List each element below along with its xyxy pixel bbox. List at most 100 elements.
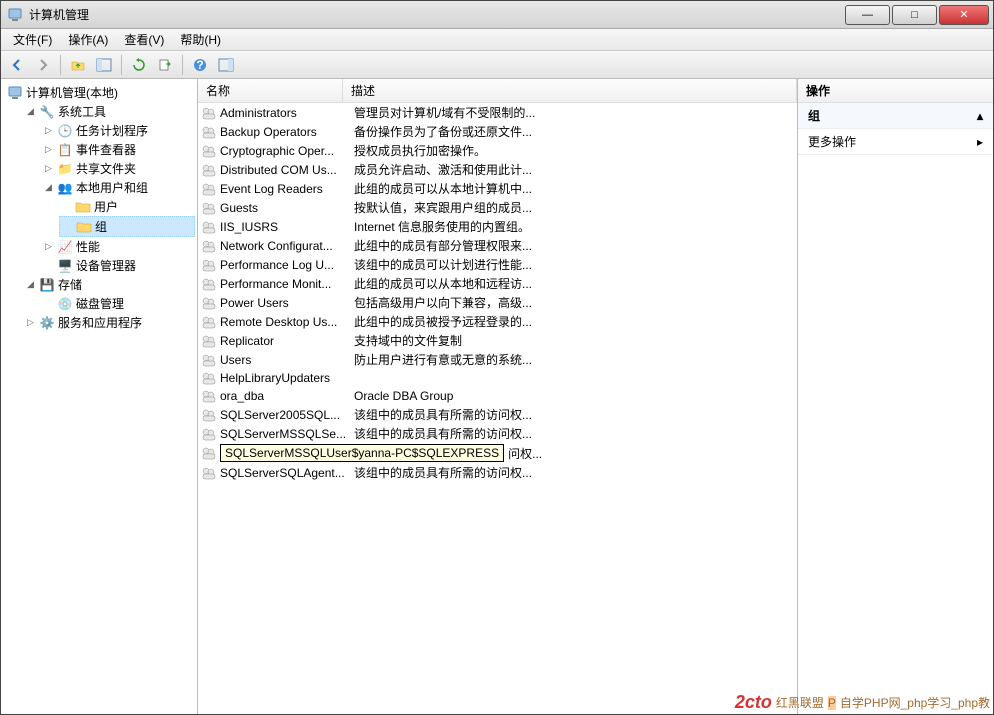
group-icon [198,314,220,330]
close-button[interactable] [939,5,989,25]
list-item[interactable]: SQLServerMSSQLUser$yanna-PC$SQLEXPRESS问权… [198,443,797,463]
tree-services-apps[interactable]: ▷⚙️服务和应用程序 [23,313,195,332]
refresh-button[interactable] [127,54,151,76]
folder-shared-icon: 📁 [57,161,73,177]
list-item[interactable]: ora_dbaOracle DBA Group [198,387,797,405]
app-icon [7,7,23,23]
tree-label: 计算机管理(本地) [26,84,118,101]
list-item[interactable]: SQLServerMSSQLSe...该组中的成员具有所需的访问权... [198,424,797,443]
tree-label: 用户 [94,198,118,215]
expand-icon[interactable]: ▷ [43,144,54,155]
window-title: 计算机管理 [29,6,843,23]
list-item[interactable]: Users防止用户进行有意或无意的系统... [198,350,797,369]
list-item[interactable]: Power Users包括高级用户以向下兼容，高级... [198,293,797,312]
tree-performance[interactable]: ▷📈性能 [41,237,195,256]
column-name[interactable]: 名称 [198,79,343,102]
menu-help[interactable]: 帮助(H) [172,29,229,50]
tree-event-viewer[interactable]: ▷📋事件查看器 [41,140,195,159]
list-body[interactable]: Administrators管理员对计算机/域有不受限制的...Backup O… [198,103,797,714]
group-icon [198,238,220,254]
maximize-button[interactable] [892,5,937,25]
tree-label: 设备管理器 [76,257,136,274]
list-panel: 名称 描述 Administrators管理员对计算机/域有不受限制的...Ba… [198,79,798,714]
expand-icon[interactable]: ▷ [43,241,54,252]
group-icon [198,407,220,423]
list-item[interactable]: Guests按默认值，来宾跟用户组的成员... [198,198,797,217]
action-more[interactable]: 更多操作 ▸ [798,129,993,155]
list-item[interactable]: IIS_IUSRSInternet 信息服务使用的内置组。 [198,217,797,236]
group-icon [198,465,220,481]
computer-icon [7,85,23,101]
action-more-label: 更多操作 [808,133,856,150]
group-icon [198,219,220,235]
event-icon: 📋 [57,142,73,158]
tree-label: 性能 [76,238,100,255]
list-item[interactable]: Performance Log U...该组中的成员可以计划进行性能... [198,255,797,274]
list-item[interactable]: HelpLibraryUpdaters [198,369,797,387]
export-button[interactable] [153,54,177,76]
tree-shared-folders[interactable]: ▷📁共享文件夹 [41,159,195,178]
list-item-desc: 该组中的成员具有所需的访问权... [350,425,797,442]
tree-system-tools[interactable]: ◢ 🔧 系统工具 [23,102,195,121]
list-item[interactable]: Backup Operators备份操作员为了备份或还原文件... [198,122,797,141]
help-button[interactable]: ? [188,54,212,76]
group-icon [198,388,220,404]
expand-icon[interactable]: ▷ [43,125,54,136]
list-item[interactable]: Administrators管理员对计算机/域有不受限制的... [198,103,797,122]
column-description[interactable]: 描述 [343,79,797,102]
tree-storage[interactable]: ◢💾存储 [23,275,195,294]
list-item-name: HelpLibraryUpdaters [220,371,350,385]
list-item[interactable]: Distributed COM Us...成员允许启动、激活和使用此计... [198,160,797,179]
action-section-title[interactable]: 组 ▴ [798,103,993,129]
list-item-desc: 此组中的成员被授予远程登录的... [350,313,797,330]
group-icon [198,143,220,159]
list-item[interactable]: Performance Monit...此组的成员可以从本地和远程访... [198,274,797,293]
collapse-icon[interactable]: ◢ [25,106,36,117]
list-item-name: Administrators [220,106,350,120]
tree-root[interactable]: 计算机管理(本地) [5,83,195,102]
disk-icon: 💿 [57,296,73,312]
list-item[interactable]: SQLServer2005SQL...该组中的成员具有所需的访问权... [198,405,797,424]
users-icon: 👥 [57,180,73,196]
list-item-desc: 防止用户进行有意或无意的系统... [350,351,797,368]
list-item[interactable]: SQLServerSQLAgent...该组中的成员具有所需的访问权... [198,463,797,482]
folder-icon [75,199,91,215]
group-icon [198,426,220,442]
group-icon [198,105,220,121]
group-icon [198,200,220,216]
list-item-name: Remote Desktop Us... [220,315,350,329]
show-hide-action-button[interactable] [214,54,238,76]
forward-button[interactable] [31,54,55,76]
list-item-name: SQLServerSQLAgent... [220,466,350,480]
tree-label: 任务计划程序 [76,122,148,139]
list-item-desc: 成员允许启动、激活和使用此计... [350,161,797,178]
expand-icon[interactable]: ▷ [25,317,36,328]
list-item[interactable]: Replicator支持域中的文件复制 [198,331,797,350]
back-button[interactable] [5,54,29,76]
tree-local-users-groups[interactable]: ◢👥本地用户和组 [41,178,195,197]
list-item-name: Performance Monit... [220,277,350,291]
collapse-icon[interactable]: ◢ [25,279,36,290]
show-hide-tree-button[interactable] [92,54,116,76]
list-item[interactable]: Network Configurat...此组中的成员有部分管理权限来... [198,236,797,255]
tree-groups[interactable]: 组 [59,216,195,237]
minimize-button[interactable] [845,5,890,25]
tree-task-scheduler[interactable]: ▷🕒任务计划程序 [41,121,195,140]
list-item[interactable]: Event Log Readers此组的成员可以从本地计算机中... [198,179,797,198]
list-item[interactable]: Cryptographic Oper...授权成员执行加密操作。 [198,141,797,160]
menu-view[interactable]: 查看(V) [116,29,172,50]
tree-disk-management[interactable]: 💿磁盘管理 [41,294,195,313]
menu-file[interactable]: 文件(F) [5,29,60,50]
tree-panel[interactable]: 计算机管理(本地) ◢ 🔧 系统工具 ▷🕒任务计划程序 [1,79,198,714]
tree-users[interactable]: 用户 [59,197,195,216]
up-button[interactable] [66,54,90,76]
expand-icon[interactable]: ▷ [43,163,54,174]
collapse-icon[interactable]: ◢ [43,182,54,193]
list-item[interactable]: Remote Desktop Us...此组中的成员被授予远程登录的... [198,312,797,331]
clock-icon: 🕒 [57,123,73,139]
tree-device-manager[interactable]: 🖥️设备管理器 [41,256,195,275]
menu-action[interactable]: 操作(A) [60,29,116,50]
group-icon [198,333,220,349]
collapse-icon[interactable]: ▴ [977,109,983,123]
list-item-desc: 备份操作员为了备份或还原文件... [350,123,797,140]
